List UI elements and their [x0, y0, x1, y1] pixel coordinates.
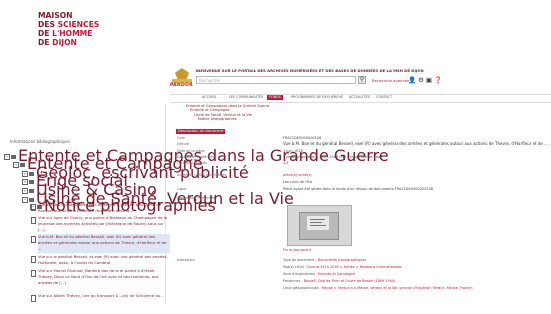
field-label: Date de la pièce [177, 149, 205, 153]
record-title: Vue b.M. Bon et du général Bessell, exel… [283, 141, 548, 146]
logo-line4b: DIJON [52, 38, 77, 47]
doc-icon [31, 295, 38, 314]
collapse-icon[interactable]: − [22, 196, 28, 203]
thumbnail-line [310, 225, 326, 226]
tree-record[interactable]: Vue sur Albert Thévey, une au transport … [38, 293, 170, 301]
tree-record[interactable]: Vue sur le général Bessell, et exel (R) … [38, 254, 170, 267]
tab-description[interactable]: Description du document [176, 129, 226, 134]
nav-actualites[interactable]: ACTUALITÉS [347, 95, 372, 100]
search-input[interactable]: Recherche [196, 76, 356, 84]
field-label: Indexation [177, 258, 195, 262]
view-document-link[interactable]: Fin le document [283, 248, 311, 252]
document-thumbnail[interactable] [287, 205, 352, 246]
field-value: Les Livre de l'Est [283, 180, 313, 184]
doc-icon [31, 270, 38, 289]
tree-record-selected[interactable]: Vue b.M. Bon et du général Bessell, exel… [38, 234, 170, 253]
index-row: Mot(s) clé(s) : Guerre 1914-1918 > Armée… [283, 265, 402, 269]
index-row: Nom d'organismes : Entente et Campagne [283, 272, 356, 276]
nav-programmes[interactable]: PROGRAMMES DE RECHERCHE [289, 95, 345, 100]
tree-record[interactable]: Vue sur des photographes de Commerce (Cô… [38, 202, 170, 215]
pandor-brand: PANDOR [170, 83, 193, 88]
index-row: Personnes : Bessell, Charles Princ et Ou… [283, 279, 396, 283]
logo-line2a: DES [38, 20, 58, 29]
msh-dijon-logo[interactable]: MAISON DES SCIENCES DE L'HOMME DE DIJON [38, 11, 99, 47]
search-icon[interactable]: ⚲ [358, 76, 366, 84]
field-value[interactable]: pièce(s) unité(s) [283, 173, 312, 177]
field-label: Condition d'accès [177, 161, 208, 165]
nav-communautes[interactable]: LES COMMUNAUTÉS [227, 95, 265, 100]
field-label: Cote [177, 136, 185, 140]
nav-fonds[interactable]: FONDS [267, 95, 283, 100]
logo-line3b: L'HOMME [52, 29, 93, 38]
settings-icon[interactable]: ⚙ [418, 76, 426, 84]
field-value: Pièce ayant été gérée dans le fonds d'un… [283, 187, 433, 191]
tree-record[interactable]: Vue sur Marcel Rivarsat, Bordere des de … [38, 268, 170, 287]
field-label: Intitulé [177, 142, 189, 146]
logo-line3a: DE [38, 29, 53, 38]
utility-icons: 👤⚙▣❓ [408, 76, 444, 84]
nav-contact[interactable]: CONTACT [374, 95, 394, 100]
user-icon[interactable]: 👤 [408, 76, 418, 84]
advanced-search-link[interactable]: Recherche avancée [372, 78, 409, 83]
logo-line2b: SCIENCES [57, 20, 100, 29]
field-value: 1 photographie Ant. 1933-1940 mm : tirag… [283, 155, 383, 159]
collapse-icon[interactable]: − [4, 153, 10, 160]
tree-heading: Informations bibliographiques [10, 139, 70, 144]
field-label: Autres de unités descriptives [177, 173, 227, 177]
field-label: Description matérielle [177, 155, 215, 159]
pandor-logo[interactable]: PANDOR [170, 68, 193, 92]
thumbnail-line [310, 219, 325, 220]
thumbnail-line [310, 222, 322, 223]
field-value: 1 juin 1918 [283, 149, 303, 153]
logo-line1: MAISON [38, 11, 73, 20]
tree-record[interactable]: Vue sur ligne de Charry, aux points d'Br… [38, 215, 170, 234]
collapse-icon[interactable]: − [13, 161, 19, 168]
logo-line4a: DE [38, 38, 53, 47]
index-row: Lieux géographiques : Meuse > Verdun sur… [283, 286, 473, 290]
breadcrumb-item[interactable]: Notice photographies [186, 117, 306, 121]
doc-icon [31, 217, 38, 236]
field-label: Ligne [177, 187, 187, 191]
breadcrumb: Entente et Campagnes dans la Grande Guer… [186, 104, 306, 122]
index-row: Type de document : Documents iconographi… [283, 258, 367, 262]
help-icon[interactable]: ❓ [434, 76, 444, 84]
doc-icon [31, 236, 38, 255]
field-value: 1/1 [283, 161, 289, 165]
field-value: FRA21DE0000000106 [283, 136, 322, 140]
field-label: Documents numérisés [177, 196, 216, 200]
portal-title: BIENVENUE SUR LE PORTAIL DES ARCHIVES NU… [196, 68, 424, 73]
print-icon[interactable]: ▣ [426, 76, 434, 84]
nav-accueil[interactable]: ACCUEIL [200, 95, 219, 100]
